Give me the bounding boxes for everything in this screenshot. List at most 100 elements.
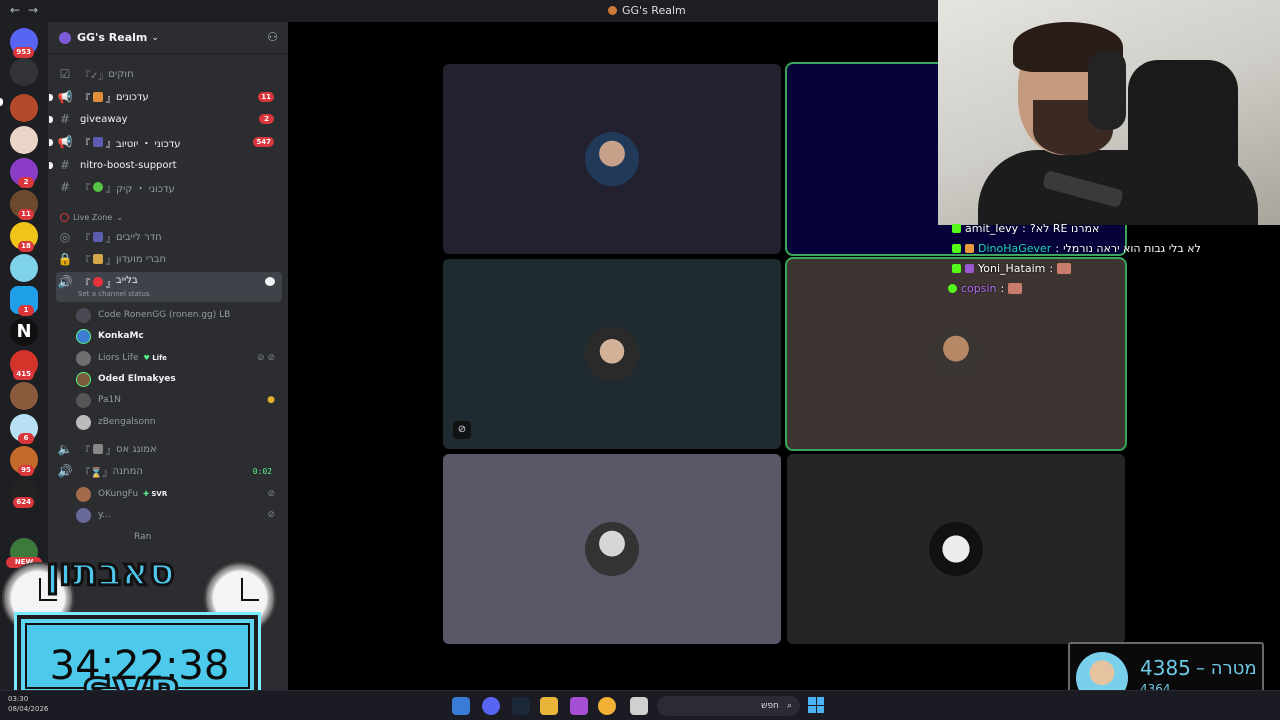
server-icon-7[interactable]: 415 — [10, 350, 38, 380]
chrome-icon[interactable] — [598, 697, 616, 715]
avatar — [585, 132, 639, 186]
avatar — [76, 507, 91, 523]
emote-icon — [1008, 283, 1023, 294]
channel-label: בלייב — [116, 275, 138, 286]
emote-icon — [1057, 263, 1072, 274]
chat-separator: : — [1022, 222, 1026, 235]
chat-message: Yoni_Hataim : — [952, 262, 1072, 275]
server-icon-4[interactable]: 11 — [10, 190, 38, 220]
unread-dot — [49, 93, 53, 101]
steam-icon[interactable] — [512, 697, 530, 715]
server-icon-the-agency[interactable]: 1 — [10, 286, 38, 316]
voice-user[interactable]: zBengalsonn — [76, 412, 281, 432]
avatar — [929, 522, 983, 576]
server-icon-5[interactable]: 18 — [10, 222, 38, 252]
guild-tag: ✚ SVR — [143, 490, 168, 498]
channel-updates[interactable]: 📢 『』 עדכונים 11 — [49, 87, 282, 107]
discord-icon[interactable] — [482, 697, 500, 715]
channel-giveaway[interactable]: # giveaway 2 — [49, 109, 282, 129]
channel-label: nitro-boost-support — [80, 159, 177, 171]
channel-in-live[interactable]: 🔊 『』 בלייב Set a channel status — [56, 272, 282, 302]
server-icon-3[interactable]: 2 — [10, 158, 38, 188]
channel-kick-updates[interactable]: # 『』 עדכוני ・ קיק — [56, 177, 282, 197]
channel-live-rooms[interactable]: ◎ 『』 חדר לייבים — [56, 227, 282, 247]
voice-user-name: zBengalsonn — [98, 417, 156, 427]
server-icon-2[interactable] — [10, 126, 38, 154]
nav-arrows[interactable]: ←→ — [10, 3, 46, 17]
chat-separator: : — [1000, 282, 1005, 295]
avatar — [76, 328, 91, 344]
speaker-icon: 🔈 — [57, 442, 73, 456]
activity-icon: ● — [267, 395, 275, 405]
voice-user[interactable]: Oded Elmakyes — [76, 369, 281, 389]
channel-youtube-updates[interactable]: 📢 『』 עדכוני ・ יוטיוב 547 — [49, 132, 282, 152]
server-icon-9[interactable]: 6 — [10, 414, 38, 444]
channel-label: עדכונים — [116, 91, 149, 103]
chat-message: DinoHaGever : לא בלי גבות הוא יראה נורמל… — [952, 242, 1201, 255]
participant-tile[interactable]: ⊘ — [443, 259, 781, 449]
chat-message: amit_levy : ?לא RE אמרנו — [952, 222, 1099, 235]
voice-user[interactable]: y... ⊘ — [76, 505, 281, 525]
participant-tile[interactable] — [787, 454, 1125, 644]
server-icon — [59, 31, 71, 44]
channel-prefix: 『✓』 — [80, 70, 109, 82]
unread-dot — [49, 161, 53, 169]
kick-icon — [952, 224, 961, 233]
server-icon-n[interactable]: N — [10, 318, 38, 346]
hourglass-icon[interactable] — [10, 58, 38, 86]
streamer-body — [978, 150, 1258, 225]
taskbar-search[interactable]: חפש ⌕ — [657, 696, 800, 716]
voice-timer: 0:02 — [252, 466, 272, 476]
channel-label: עדכוני ・ קיק — [116, 183, 175, 195]
muted-icon: ⊘ — [267, 510, 275, 520]
webcam-feed — [938, 0, 1280, 225]
category-live-zone[interactable]: Live Zone ⌄ — [60, 213, 123, 222]
obs-icon[interactable] — [570, 697, 588, 715]
kick-icon — [948, 284, 957, 293]
channel-nitro-boost-support[interactable]: # nitro-boost-support — [49, 155, 282, 175]
voice-user[interactable]: Code RonenGG (ronen.gg) LB — [76, 305, 281, 325]
chat-text: ?לא RE אמרנו — [1029, 222, 1100, 235]
server-icon-1[interactable] — [10, 94, 38, 122]
server-icon-6[interactable] — [10, 254, 38, 282]
channel-club-members[interactable]: 🔒 『』 חברי מועדון — [56, 249, 282, 269]
file-explorer-icon[interactable] — [630, 697, 648, 715]
tray-time: 03:30 — [8, 695, 29, 703]
discord-home-icon[interactable]: 953 — [10, 28, 38, 58]
channel-among-us[interactable]: 🔈 『』 אמונג אס — [56, 439, 282, 459]
voice-user[interactable]: Pa1N ● — [76, 390, 281, 410]
chat-bubble-icon[interactable] — [265, 277, 275, 286]
chevron-down-icon: ⌄ — [151, 32, 159, 43]
server-icon-10[interactable]: 95 — [10, 446, 38, 476]
server-icon-8[interactable] — [10, 382, 38, 410]
avatar — [76, 350, 91, 366]
avatar — [76, 392, 91, 408]
server-icon-11[interactable]: 624 — [10, 478, 38, 508]
avatar — [76, 414, 91, 430]
mention-badge: 547 — [253, 137, 274, 147]
channel-label: giveaway — [80, 113, 128, 125]
channel-waiting[interactable]: 🔊 『⌛』 המתנה 0:02 — [56, 461, 282, 481]
participant-tile[interactable] — [443, 64, 781, 254]
channel-label: חדר לייבים — [116, 231, 162, 243]
add-member-icon[interactable]: ⚇ — [267, 30, 278, 44]
voice-user-name: KonkaMc — [98, 331, 144, 341]
windows-start-icon[interactable] — [808, 697, 824, 713]
voice-user[interactable]: OKungFu ✚ SVR ⊘ — [76, 484, 281, 504]
taskbar: 03:30 08/04/2026 חפש ⌕ — [0, 690, 1280, 720]
stage-icon: ◎ — [59, 230, 71, 244]
unread-dot — [49, 138, 53, 146]
voice-user[interactable]: KonkaMc — [76, 326, 281, 346]
rules-icon: ☑ — [59, 67, 71, 81]
participant-tile[interactable] — [443, 454, 781, 644]
voice-user[interactable]: Liors Life ♥ Life ⊘ ⊘ — [76, 348, 281, 368]
channel-label: אמונג אס — [116, 443, 157, 455]
voice-user-name: y... — [98, 510, 111, 520]
server-header[interactable]: GG's Realm ⌄ ⚇ — [48, 22, 288, 54]
badge-icon — [965, 244, 974, 253]
app-icon[interactable] — [540, 697, 558, 715]
app-icon[interactable] — [452, 697, 470, 715]
channel-rules[interactable]: ☑ 『✓』 חוקים — [56, 64, 282, 84]
channel-status-input[interactable]: Set a channel status — [78, 290, 150, 298]
avatar — [585, 522, 639, 576]
